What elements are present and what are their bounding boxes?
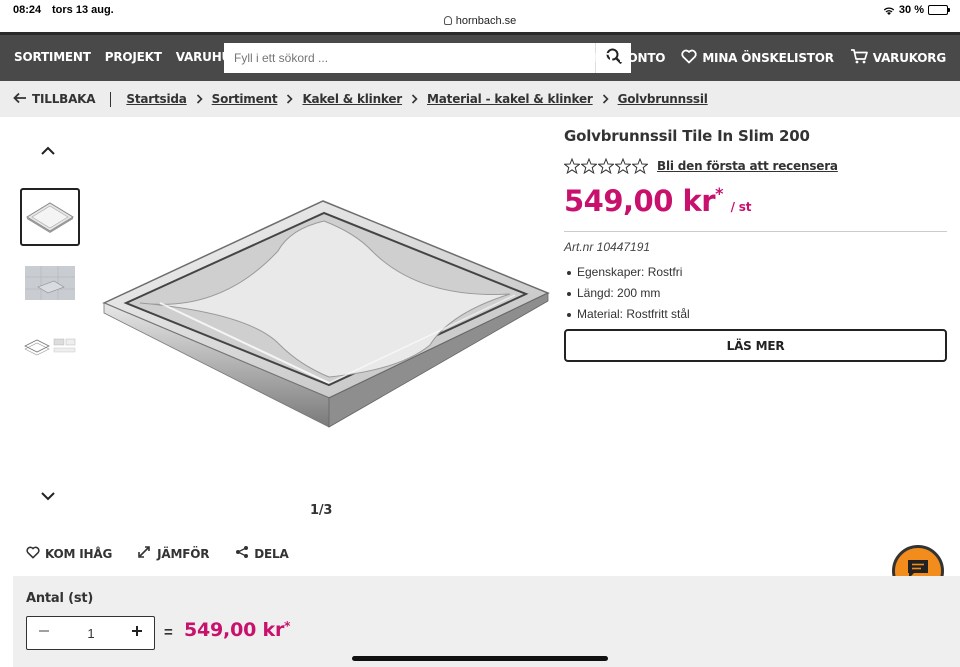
gallery-prev-button[interactable] xyxy=(40,143,56,161)
cart-icon xyxy=(850,48,868,67)
minus-icon xyxy=(38,624,50,642)
battery-icon xyxy=(928,5,950,15)
account-label: MITT KONTO xyxy=(582,50,666,65)
rating-stars xyxy=(564,158,648,174)
status-indicators: 30 % xyxy=(883,4,950,16)
breadcrumb-item-sortiment[interactable]: Sortiment xyxy=(212,92,278,106)
read-more-button[interactable]: LÄS MER xyxy=(564,329,947,362)
home-indicator[interactable] xyxy=(352,656,608,661)
cart-link[interactable]: VARUKORG xyxy=(850,48,946,67)
address-bar[interactable]: hornbach.se xyxy=(0,15,960,27)
wishlist-link[interactable]: MINA ÖNSKELISTOR xyxy=(681,49,834,67)
share-icon xyxy=(235,545,249,562)
total-footnote-mark: * xyxy=(284,619,291,633)
gallery-thumbnail-2[interactable] xyxy=(20,254,80,312)
chevron-right-icon xyxy=(602,94,609,104)
star-empty-icon xyxy=(632,158,648,174)
price-footnote-mark: * xyxy=(715,184,724,203)
account-link[interactable]: MITT KONTO xyxy=(562,48,666,67)
user-icon xyxy=(562,48,578,67)
star-empty-icon xyxy=(581,158,597,174)
quantity-panel: Antal (st) = 549,00 kr* xyxy=(13,576,960,667)
plus-icon xyxy=(131,624,143,642)
equals-sign: = xyxy=(164,624,173,641)
installed-drain-thumbnail xyxy=(25,266,75,300)
price-amount: 549,00 kr xyxy=(564,184,716,218)
product-actions: KOM IHÅG JÄMFÖR DELA xyxy=(26,545,289,562)
back-label: TILLBAKA xyxy=(32,92,96,106)
cart-label: VARUKORG xyxy=(872,50,946,65)
chevron-up-icon xyxy=(40,143,56,160)
battery-percent: 30 % xyxy=(898,4,924,16)
chevron-right-icon xyxy=(286,94,294,104)
wifi-icon xyxy=(883,6,895,15)
remember-label: KOM IHÅG xyxy=(45,546,113,561)
share-label: DELA xyxy=(254,546,289,561)
search-input[interactable] xyxy=(224,43,596,73)
quantity-label: Antal (st) xyxy=(26,591,94,606)
breadcrumb-divider xyxy=(110,91,112,107)
breadcrumb-item-golvbrunnssil[interactable]: Golvbrunnssil xyxy=(618,92,708,106)
increase-button[interactable] xyxy=(126,623,148,643)
star-empty-icon xyxy=(615,158,631,174)
write-review-link[interactable]: Bli den första att recensera xyxy=(657,159,838,173)
compare-icon xyxy=(138,545,152,562)
star-empty-icon xyxy=(598,158,614,174)
breadcrumb-item-startsida[interactable]: Startsida xyxy=(126,92,186,106)
property-item: Egenskaper: Rostfri xyxy=(567,265,690,279)
chevron-down-icon xyxy=(40,488,56,505)
chevron-right-icon xyxy=(411,94,418,104)
article-number: Art.nr 10447191 xyxy=(564,240,651,254)
product-price: 549,00 kr* / st xyxy=(564,184,751,218)
breadcrumb: TILLBAKA Startsida Sortiment Kakel & kli… xyxy=(0,81,960,117)
remember-button[interactable]: KOM IHÅG xyxy=(26,545,112,562)
header-actions: MITT KONTO MINA ÖNSKELISTOR VARUKORG xyxy=(562,48,946,67)
breadcrumb-item-material[interactable]: Material - kakel & klinker xyxy=(427,92,593,106)
breadcrumb-item-kakel[interactable]: Kakel & klinker xyxy=(302,92,402,106)
property-item: Material: Rostfritt stål xyxy=(567,307,690,321)
url-text: hornbach.se xyxy=(455,15,517,27)
product-main-image[interactable] xyxy=(100,195,550,435)
gallery-counter: 1/3 xyxy=(310,503,333,518)
compare-button[interactable]: JÄMFÖR xyxy=(138,545,209,562)
share-button[interactable]: DELA xyxy=(235,545,289,562)
product-thumbnail-image xyxy=(26,202,74,233)
lock-icon xyxy=(443,16,452,25)
property-item: Längd: 200 mm xyxy=(567,286,690,300)
main-navigation: SORTIMENT PROJEKT VARUHUSINFO MITT KONTO… xyxy=(0,32,960,81)
product-rating: Bli den första att recensera xyxy=(564,158,838,174)
technical-drawing-thumbnail xyxy=(24,338,76,356)
gallery-thumbnail-1[interactable] xyxy=(20,188,80,246)
heart-icon xyxy=(26,546,40,562)
total-amount: 549,00 kr xyxy=(184,619,285,641)
quantity-input[interactable] xyxy=(67,624,115,642)
heart-icon xyxy=(681,49,697,67)
menu-projekt[interactable]: PROJEKT xyxy=(105,50,162,64)
divider xyxy=(564,231,947,232)
compare-label: JÄMFÖR xyxy=(157,546,210,561)
product-title: Golvbrunnssil Tile In Slim 200 xyxy=(564,127,810,145)
chevron-right-icon xyxy=(196,94,203,104)
wishlist-label: MINA ÖNSKELISTOR xyxy=(702,50,834,65)
decrease-button[interactable] xyxy=(33,623,55,643)
status-bar: 08:24 tors 13 aug. hornbach.se 30 % xyxy=(0,0,960,32)
star-empty-icon xyxy=(564,158,580,174)
back-button[interactable]: TILLBAKA xyxy=(13,92,96,107)
price-unit: / st xyxy=(730,200,752,214)
total-price: 549,00 kr* xyxy=(184,619,290,641)
gallery-next-button[interactable] xyxy=(40,488,56,506)
menu-sortiment[interactable]: SORTIMENT xyxy=(14,50,91,64)
arrow-left-icon xyxy=(13,92,27,107)
gallery-thumbnail-3[interactable] xyxy=(20,318,80,376)
product-properties: Egenskaper: Rostfri Längd: 200 mm Materi… xyxy=(567,265,690,328)
quantity-stepper xyxy=(26,616,155,650)
